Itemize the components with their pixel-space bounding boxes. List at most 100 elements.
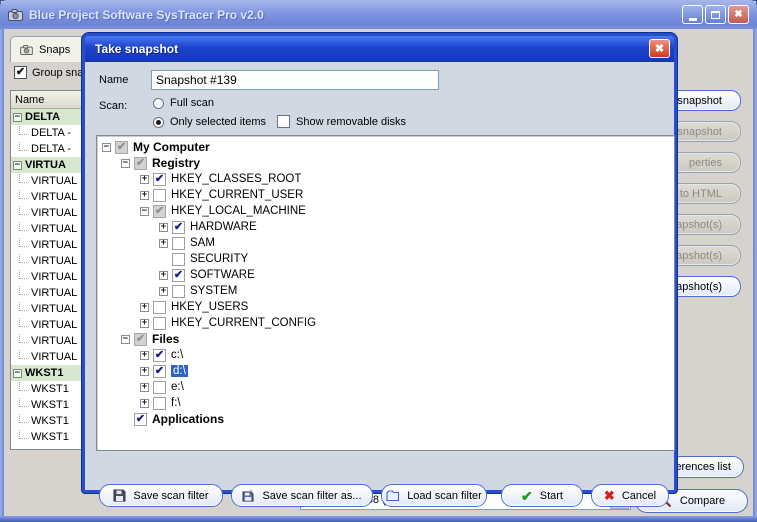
tree-item[interactable]: Applications — [97, 411, 674, 427]
load-scan-filter-button[interactable]: Load scan filter — [381, 484, 487, 507]
camera-icon — [20, 45, 33, 55]
tree-checkbox[interactable] — [172, 285, 185, 298]
expander-icon[interactable]: + — [140, 399, 149, 408]
expander-icon[interactable]: + — [140, 383, 149, 392]
group-snapshots-checkbox[interactable]: ✔ Group sna — [14, 66, 83, 79]
tree-item[interactable]: +HKEY_CLASSES_ROOT — [97, 171, 674, 187]
start-button[interactable]: ✔ Start — [501, 484, 583, 507]
tree-connector — [19, 222, 29, 231]
expander-icon[interactable]: − — [102, 143, 111, 152]
tree-checkbox[interactable] — [153, 397, 166, 410]
expander-icon[interactable]: + — [140, 303, 149, 312]
tree-label: HKEY_USERS — [171, 301, 248, 313]
snapshot-label: VIRTUAL — [31, 175, 77, 187]
tree-checkbox[interactable] — [153, 205, 166, 218]
tree-item[interactable]: −HKEY_LOCAL_MACHINE — [97, 203, 674, 219]
tree-item[interactable]: +HARDWARE — [97, 219, 674, 235]
snapshot-label: VIRTUAL — [31, 287, 77, 299]
tree-connector — [19, 142, 29, 151]
save-scan-filter-label: Save scan filter — [133, 490, 208, 502]
tree-item[interactable]: −Registry — [97, 155, 674, 171]
minimize-button[interactable] — [682, 5, 703, 24]
expander-icon[interactable]: + — [159, 239, 168, 248]
dialog-titlebar: Take snapshot ✖ — [85, 36, 674, 62]
save-scan-filter-button[interactable]: Save scan filter — [99, 484, 223, 507]
main-titlebar: Blue Project Software SysTracer Pro v2.0… — [0, 0, 757, 29]
tree-item[interactable]: +HKEY_CURRENT_CONFIG — [97, 315, 674, 331]
expander-icon[interactable]: + — [140, 319, 149, 328]
tree-connector — [19, 398, 29, 407]
collapse-icon[interactable]: − — [13, 161, 22, 170]
show-removable-checkbox[interactable]: Show removable disks — [277, 115, 406, 128]
tree-checkbox[interactable] — [153, 349, 166, 362]
start-label: Start — [540, 490, 563, 502]
radio-icon — [153, 98, 164, 109]
tree-item[interactable]: −Files — [97, 331, 674, 347]
floppy-icon — [113, 489, 126, 502]
tree-item[interactable]: +d:\ — [97, 363, 674, 379]
tree-checkbox[interactable] — [153, 189, 166, 202]
tree-item[interactable]: − My Computer — [97, 139, 674, 155]
expander-icon[interactable]: − — [121, 335, 130, 344]
tree-checkbox[interactable] — [172, 269, 185, 282]
tree-checkbox[interactable] — [153, 301, 166, 314]
snapshot-label: WKST1 — [31, 415, 69, 427]
expander-icon[interactable]: + — [159, 287, 168, 296]
tree-checkbox[interactable] — [172, 237, 185, 250]
radio-selected-icon — [153, 117, 164, 128]
snapshot-label: WKST1 — [31, 399, 69, 411]
expander-icon[interactable]: + — [140, 367, 149, 376]
expander-icon[interactable]: + — [140, 175, 149, 184]
snapshot-label: VIRTUAL — [31, 335, 77, 347]
snapshot-name-input[interactable] — [151, 70, 439, 90]
tree-item[interactable]: + HKEY_CURRENT_USER — [97, 187, 674, 203]
name-label: Name — [99, 74, 128, 86]
differences-list-label: erences list — [675, 461, 731, 473]
compare-label: Compare — [680, 495, 725, 507]
tree-checkbox[interactable] — [115, 141, 128, 154]
load-scan-filter-label: Load scan filter — [407, 490, 482, 502]
tree-checkbox[interactable] — [172, 221, 185, 234]
scan-tree[interactable]: −My Computer−Registry+HKEY_CLASSES_ROOT+… — [96, 135, 675, 451]
tree-item[interactable]: +e:\ — [97, 379, 674, 395]
collapse-icon[interactable]: − — [13, 369, 22, 378]
cancel-button[interactable]: ✖ Cancel — [591, 484, 669, 507]
save-scan-filter-as-button[interactable]: Save scan filter as... — [231, 484, 373, 507]
tree-item[interactable]: +SAM — [97, 235, 674, 251]
tree-item[interactable]: +SYSTEM — [97, 283, 674, 299]
take-snapshot-dialog: Take snapshot ✖ Name Scan: Full scan Onl… — [82, 33, 677, 493]
tree-item[interactable]: SECURITY — [97, 251, 674, 267]
tree-checkbox[interactable] — [134, 333, 147, 346]
tree-checkbox[interactable] — [134, 413, 147, 426]
expander-icon[interactable]: + — [159, 223, 168, 232]
tree-label: My Computer — [133, 140, 210, 154]
scan-label: Scan: — [99, 100, 127, 112]
tree-item[interactable]: +f:\ — [97, 395, 674, 411]
tree-item[interactable]: +c:\ — [97, 347, 674, 363]
tree-connector — [19, 254, 29, 263]
expander-icon[interactable]: − — [121, 159, 130, 168]
maximize-button[interactable] — [705, 5, 726, 24]
tree-connector — [19, 206, 29, 215]
tree-item[interactable]: +SOFTWARE — [97, 267, 674, 283]
radio-only-selected[interactable]: Only selected items — [153, 116, 266, 128]
expander-icon[interactable]: + — [140, 351, 149, 360]
dialog-close-button[interactable]: ✖ — [649, 39, 670, 58]
tree-checkbox[interactable] — [153, 365, 166, 378]
tree-checkbox[interactable] — [134, 157, 147, 170]
tree-checkbox[interactable] — [172, 253, 185, 266]
group-label: WKST1 — [25, 367, 64, 379]
tree-checkbox[interactable] — [153, 317, 166, 330]
tree-connector — [19, 238, 29, 247]
tree-checkbox[interactable] — [153, 173, 166, 186]
expander-icon[interactable]: − — [140, 207, 149, 216]
collapse-icon[interactable]: − — [13, 113, 22, 122]
tree-checkbox[interactable] — [153, 381, 166, 394]
expander-icon[interactable]: + — [140, 191, 149, 200]
expander-icon[interactable]: + — [159, 271, 168, 280]
tree-connector — [19, 334, 29, 343]
tree-item[interactable]: + HKEY_USERS — [97, 299, 674, 315]
tree-label: HKEY_CURRENT_USER — [171, 189, 303, 201]
close-button[interactable]: ✖ — [728, 5, 749, 24]
radio-full-scan[interactable]: Full scan — [153, 97, 214, 109]
